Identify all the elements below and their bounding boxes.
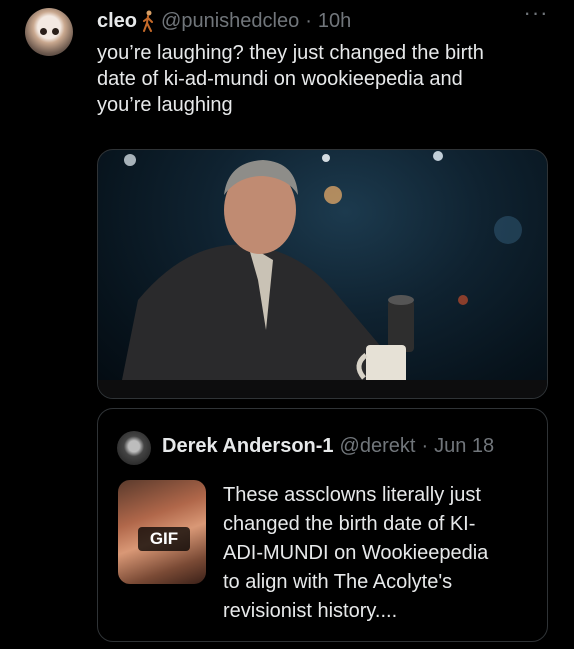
quote-author-name[interactable]: Derek Anderson-1 (162, 435, 334, 458)
quote-author-handle[interactable]: @derekt (340, 435, 416, 458)
author-handle[interactable]: @punishedcleo (161, 10, 299, 33)
quoted-tweet[interactable]: Derek Anderson-1 @derekt · Jun 18 GIF Th… (97, 408, 548, 642)
tweet-header: cleo @punishedcleo · 10h (97, 8, 351, 34)
tweet-time[interactable]: 10h (318, 10, 351, 33)
avatar-eye (40, 28, 47, 35)
quote-gif-thumbnail[interactable]: GIF (118, 480, 206, 584)
quote-text: These assclowns literally just changed t… (223, 484, 489, 622)
quote-author-avatar[interactable] (117, 431, 151, 465)
separator-dot: · (305, 9, 312, 32)
tweet-media-image[interactable] (97, 149, 548, 399)
author-avatar[interactable] (25, 8, 73, 56)
gif-badge: GIF (138, 527, 190, 551)
author-name[interactable]: cleo (97, 10, 137, 33)
quote-header: Derek Anderson-1 @derekt · Jun 18 (162, 435, 494, 458)
walking-person-icon (143, 10, 154, 32)
tweet-text: you’re laughing? they just changed the b… (97, 42, 484, 116)
avatar-eye (52, 28, 59, 35)
man-at-bar-photo (98, 151, 547, 398)
quote-date[interactable]: Jun 18 (434, 435, 494, 458)
more-icon[interactable]: ··· (522, 2, 550, 30)
separator-dot: · (421, 435, 429, 457)
